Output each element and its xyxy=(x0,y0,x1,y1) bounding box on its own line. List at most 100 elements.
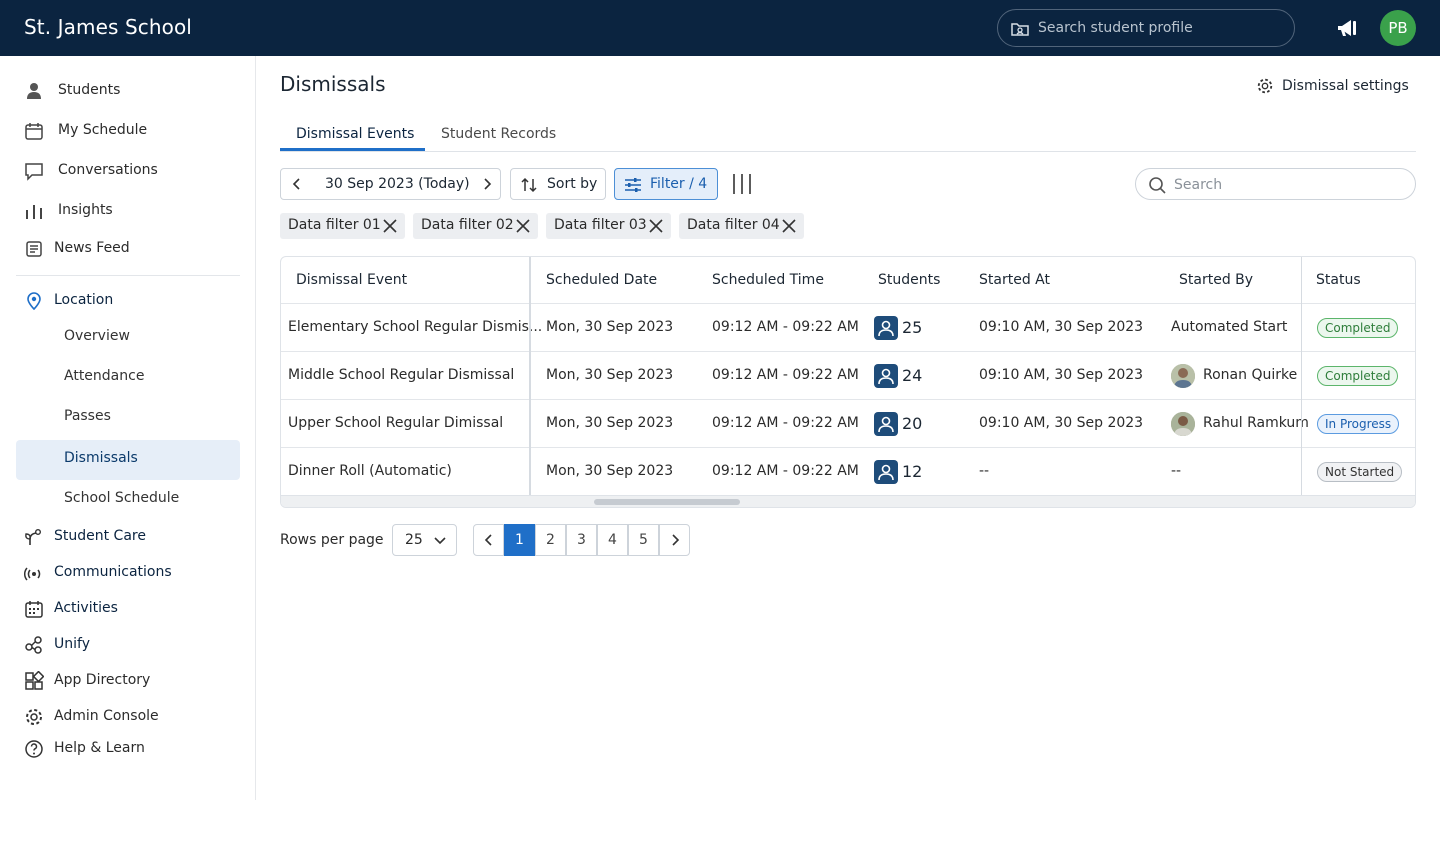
students-count: 24 xyxy=(902,366,923,385)
started-at: 09:10 AM, 30 Sep 2023 xyxy=(979,367,1144,383)
filter-chip: Data filter 03 xyxy=(546,213,671,239)
close-icon[interactable] xyxy=(383,219,397,233)
megaphone-icon[interactable] xyxy=(1335,16,1359,40)
sidebar-item-student-care[interactable]: Student Care xyxy=(16,519,240,555)
tab-student-records[interactable]: Student Records xyxy=(441,126,556,142)
chevron-left-icon xyxy=(484,534,492,546)
scheduled-date: Mon, 30 Sep 2023 xyxy=(546,367,674,383)
bars-icon xyxy=(26,205,42,219)
status-badge: In Progress xyxy=(1317,414,1400,434)
column-header-label: Scheduled Time xyxy=(712,272,824,288)
page-button[interactable]: 2 xyxy=(535,524,566,556)
student-search-box[interactable] xyxy=(997,9,1295,47)
sidebar-subitem-dismissals[interactable]: Dismissals xyxy=(16,440,240,480)
location-pin-icon xyxy=(27,292,41,311)
students-count: 20 xyxy=(902,414,923,433)
sidebar-item-my-schedule[interactable]: My Schedule xyxy=(16,113,240,149)
dismissals-table: Dismissal Event Scheduled Date Scheduled… xyxy=(280,256,1416,508)
user-avatar[interactable]: PB xyxy=(1380,10,1416,46)
sidebar-item-communications[interactable]: Communications xyxy=(16,555,240,591)
students-icon xyxy=(874,460,898,484)
sidebar-item-activities[interactable]: Activities xyxy=(16,591,240,627)
sidebar-item-insights[interactable]: Insights xyxy=(16,193,240,229)
started-by: -- xyxy=(1171,463,1182,479)
column-header-label: Scheduled Date xyxy=(546,272,658,288)
sidebar-item-conversations[interactable]: Conversations xyxy=(16,153,240,189)
sidebar-divider xyxy=(16,275,240,276)
sidebar-subitem-attendance[interactable]: Attendance xyxy=(16,359,240,395)
horizontal-scrollbar[interactable] xyxy=(281,495,1415,507)
next-page-button[interactable] xyxy=(659,524,690,556)
filter-chip-label: Data filter 01 xyxy=(288,217,381,233)
page-button[interactable]: 4 xyxy=(597,524,628,556)
page-button[interactable]: 3 xyxy=(566,524,597,556)
sidebar-item-unify[interactable]: Unify xyxy=(16,627,240,663)
main-content: Dismissals Dismissal settings Dismissal … xyxy=(256,56,1440,852)
filter-chip: Data filter 02 xyxy=(413,213,538,239)
student-search-input[interactable] xyxy=(1038,18,1278,38)
filter-chip: Data filter 01 xyxy=(280,213,405,239)
close-icon[interactable] xyxy=(649,219,663,233)
sidebar-item-admin-console[interactable]: Admin Console xyxy=(16,699,240,735)
sidebar-subitem-passes[interactable]: Passes xyxy=(16,399,240,435)
newspaper-icon xyxy=(26,241,42,257)
sidebar-item-label: Location xyxy=(54,292,114,308)
dismissal-settings-button[interactable]: Dismissal settings xyxy=(1256,74,1409,98)
table-search-input[interactable] xyxy=(1174,175,1404,195)
columns-icon[interactable] xyxy=(732,173,752,195)
sidebar-item-label: Student Care xyxy=(54,528,146,544)
event-name: Upper School Regular Dimissal xyxy=(288,415,504,431)
sidebar-item-help-learn[interactable]: Help & Learn xyxy=(16,731,240,767)
sort-by-button[interactable]: Sort by xyxy=(510,168,606,200)
table-row[interactable]: Dinner Roll (Automatic) Mon, 30 Sep 2023… xyxy=(281,448,1415,495)
status-badge: Not Started xyxy=(1317,462,1403,482)
help-icon xyxy=(25,740,43,758)
close-icon[interactable] xyxy=(516,219,530,233)
close-icon[interactable] xyxy=(782,219,796,233)
students-count: 12 xyxy=(902,462,923,481)
students-icon xyxy=(874,412,898,436)
prev-page-button[interactable] xyxy=(473,524,504,556)
column-header-label: Dismissal Event xyxy=(296,272,408,288)
sidebar-item-app-directory[interactable]: App Directory xyxy=(16,663,240,699)
scheduled-time: 09:12 AM - 09:22 AM xyxy=(712,367,859,383)
sidebar-subitem-school-schedule[interactable]: School Schedule xyxy=(16,481,240,517)
table-row[interactable]: Middle School Regular Dismissal Mon, 30 … xyxy=(281,352,1415,399)
student-folder-icon xyxy=(1011,23,1029,36)
sort-label: Sort by xyxy=(547,176,598,192)
page-button[interactable]: 1 xyxy=(504,524,535,556)
chevron-right-icon[interactable] xyxy=(479,176,495,192)
sidebar-item-label: Activities xyxy=(54,600,118,616)
filter-chip: Data filter 04 xyxy=(679,213,804,239)
chevron-left-icon[interactable] xyxy=(289,176,305,192)
active-tab-indicator xyxy=(280,148,425,151)
started-by: Automated Start xyxy=(1171,319,1288,335)
started-by: Ronan Quirke xyxy=(1203,367,1298,383)
rows-per-page-select[interactable]: 25 xyxy=(392,524,457,556)
filter-chip-label: Data filter 02 xyxy=(421,217,514,233)
students-icon xyxy=(874,364,898,388)
calendar-grid-icon xyxy=(25,601,43,618)
sidebar-item-students[interactable]: Students xyxy=(16,73,240,109)
table-row[interactable]: Elementary School Regular Dismis... Mon,… xyxy=(281,304,1415,351)
person-icon xyxy=(27,83,41,99)
date-label[interactable]: 30 Sep 2023 (Today) xyxy=(325,176,470,192)
table-search-box[interactable] xyxy=(1135,168,1416,200)
page-button[interactable]: 5 xyxy=(628,524,659,556)
scheduled-date: Mon, 30 Sep 2023 xyxy=(546,319,674,335)
sidebar-item-news-feed[interactable]: News Feed xyxy=(16,231,240,267)
broadcast-icon xyxy=(24,567,41,581)
sidebar-subitem-overview[interactable]: Overview xyxy=(16,319,240,355)
scheduled-time: 09:12 AM - 09:22 AM xyxy=(712,319,859,335)
nodes-icon xyxy=(25,636,42,654)
tab-dismissal-events[interactable]: Dismissal Events xyxy=(296,126,414,142)
sidebar-item-location[interactable]: Location xyxy=(16,283,240,319)
scrollbar-thumb[interactable] xyxy=(594,499,740,505)
sort-arrows-icon xyxy=(521,177,537,193)
filter-button[interactable]: Filter / 4 xyxy=(614,168,718,200)
avatar xyxy=(1171,412,1195,436)
sidebar-item-label: Insights xyxy=(58,202,113,218)
sidebar-item-label: Dismissals xyxy=(64,450,138,466)
sidebar-item-label: Communications xyxy=(54,564,172,580)
table-row[interactable]: Upper School Regular Dimissal Mon, 30 Se… xyxy=(281,400,1415,447)
